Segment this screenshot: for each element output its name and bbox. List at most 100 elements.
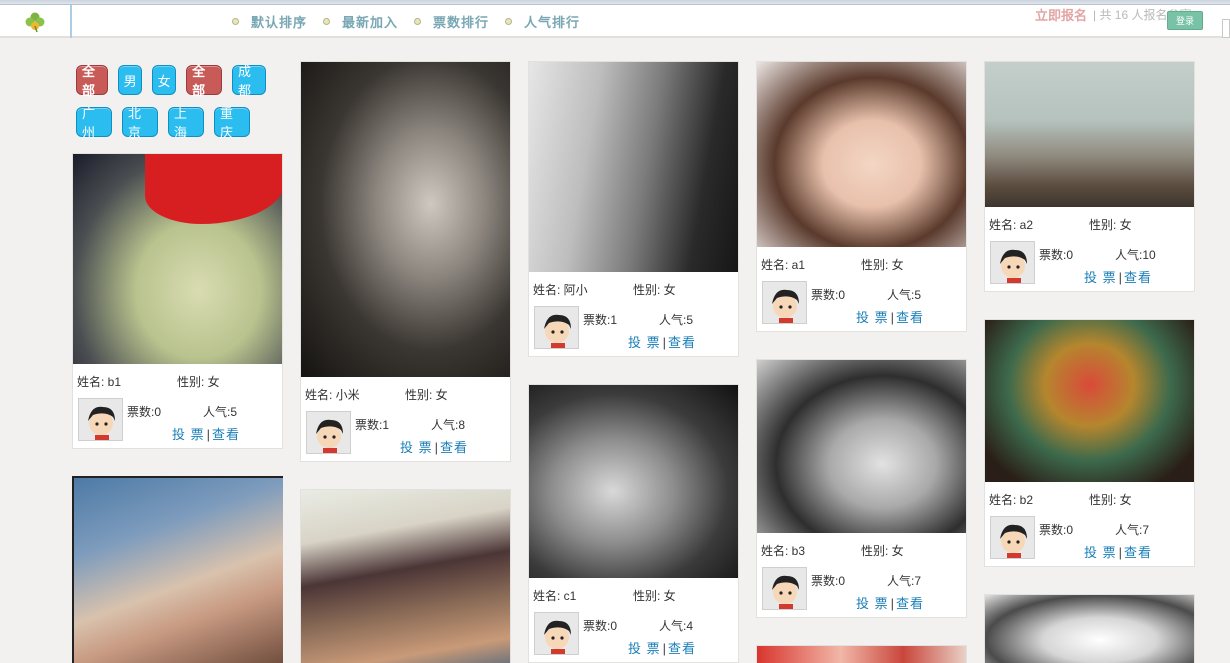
cartoon-avatar-icon <box>544 314 571 348</box>
vote-button[interactable]: 投 票 <box>172 427 205 442</box>
filter-row-gender: 全部 男 女 全部 成都 <box>76 64 276 98</box>
filter-all-city[interactable]: 全部 <box>186 64 222 98</box>
vote-count: 票数:0 <box>1039 248 1074 262</box>
clover-icon <box>25 12 45 32</box>
vote-count: 票数:1 <box>355 418 390 432</box>
filter-city-chongqing[interactable]: 重庆 <box>214 106 250 140</box>
nav-label: 默认排序 <box>251 15 308 30</box>
contestant-card: 姓名: a1 性别: 女 票数:0 人气:5 投 票 | 查看 <box>756 61 967 332</box>
separator: | <box>662 335 667 350</box>
signup-link[interactable]: 立即报名 <box>1035 5 1087 24</box>
separator: | <box>1118 270 1123 285</box>
popularity-count: 人气:8 <box>431 418 466 432</box>
filter-city-shanghai[interactable]: 上海 <box>168 106 204 140</box>
filter-female[interactable]: 女 <box>152 65 177 95</box>
view-button[interactable]: 查看 <box>896 596 924 611</box>
contestant-photo[interactable] <box>301 490 510 663</box>
vote-button[interactable]: 投 票 <box>628 335 661 350</box>
contestant-photo[interactable] <box>757 646 966 663</box>
stats-row: 票数:0 人气:7 投 票 | 查看 <box>985 512 1194 566</box>
vote-button[interactable]: 投 票 <box>400 440 433 455</box>
card-actions: 投 票 | 查看 <box>856 307 924 326</box>
contestant-gender: 性别: 女 <box>633 283 676 297</box>
nav-votes-ranking[interactable]: 票数排行 <box>414 12 489 31</box>
nav-default-sort[interactable]: 默认排序 <box>232 12 307 31</box>
bullet-icon <box>323 18 331 25</box>
view-button[interactable]: 查看 <box>1124 270 1152 285</box>
view-button[interactable]: 查看 <box>440 440 468 455</box>
hair-shape <box>145 154 282 224</box>
card-actions: 投 票 | 查看 <box>856 593 924 612</box>
contestant-gender: 性别: 女 <box>861 544 904 558</box>
vote-button[interactable]: 投 票 <box>856 596 889 611</box>
popularity-count: 人气:5 <box>659 313 694 327</box>
contestant-photo[interactable] <box>985 595 1194 663</box>
contestant-name: 姓名: c1 <box>533 589 577 603</box>
bullet-icon <box>505 18 513 25</box>
card-actions: 投 票 | 查看 <box>1084 542 1152 561</box>
info-row: 姓名: b1 性别: 女 <box>73 364 282 394</box>
view-button[interactable]: 查看 <box>896 310 924 325</box>
contestant-gender: 性别: 女 <box>633 589 676 603</box>
separator: | <box>1118 545 1123 560</box>
filter-city-chengdu[interactable]: 成都 <box>232 64 266 98</box>
cartoon-avatar-icon <box>544 620 571 654</box>
view-button[interactable]: 查看 <box>668 335 696 350</box>
nav-label: 票数排行 <box>433 15 490 30</box>
popularity-count: 人气:7 <box>887 574 922 588</box>
info-row: 姓名: b3 性别: 女 <box>757 533 966 563</box>
popularity-count: 人气:7 <box>1115 523 1150 537</box>
bullet-icon <box>414 18 422 25</box>
contestant-gender: 性别: 女 <box>405 388 448 402</box>
contestant-card: 姓名: b2 性别: 女 票数:0 人气:7 投 票 | 查看 <box>984 319 1195 567</box>
avatar <box>762 281 807 324</box>
contestant-photo[interactable] <box>757 360 966 533</box>
signup-area: 立即报名 | 共 16 人报名参赛 登录 <box>1035 5 1230 30</box>
vote-count: 票数:0 <box>583 619 618 633</box>
vote-button[interactable]: 投 票 <box>856 310 889 325</box>
contestant-photo[interactable] <box>529 62 738 272</box>
contestant-photo[interactable] <box>985 62 1194 207</box>
info-row: 姓名: 阿小 性别: 女 <box>529 272 738 302</box>
contestant-name: 姓名: b1 <box>77 375 122 389</box>
login-button[interactable]: 登录 <box>1167 11 1203 30</box>
filter-row-city: 广州 北京 上海 重庆 <box>76 106 276 140</box>
contestant-photo[interactable] <box>757 62 966 247</box>
stats-row: 票数:1 人气:5 投 票 | 查看 <box>529 302 738 356</box>
contestant-card: 姓名: 小米 性别: 女 票数:1 人气:8 投 票 | 查看 <box>300 61 511 462</box>
view-button[interactable]: 查看 <box>212 427 240 442</box>
filter-male[interactable]: 男 <box>118 65 143 95</box>
stats-row: 票数:1 人气:8 投 票 | 查看 <box>301 407 510 461</box>
contestant-name: 姓名: 阿小 <box>533 283 588 297</box>
contestant-gender: 性别: 女 <box>177 375 220 389</box>
filter-all-gender[interactable]: 全部 <box>76 64 109 98</box>
contestant-photo[interactable] <box>985 320 1194 482</box>
contestant-photo[interactable] <box>529 385 738 578</box>
avatar <box>990 516 1035 559</box>
vote-button[interactable]: 投 票 <box>1084 270 1117 285</box>
view-button[interactable]: 查看 <box>668 641 696 656</box>
view-button[interactable]: 查看 <box>1124 545 1152 560</box>
info-row: 姓名: a2 性别: 女 <box>985 207 1194 237</box>
vote-button[interactable]: 投 票 <box>1084 545 1117 560</box>
avatar <box>306 411 351 454</box>
contestant-photo[interactable] <box>73 154 282 364</box>
vote-button[interactable]: 投 票 <box>628 641 661 656</box>
card-actions: 投 票 | 查看 <box>628 638 696 657</box>
contestant-name: 姓名: a1 <box>761 258 806 272</box>
edge-element <box>1222 19 1230 38</box>
nav-newest[interactable]: 最新加入 <box>323 12 398 31</box>
info-row: 姓名: c1 性别: 女 <box>529 578 738 608</box>
avatar <box>78 398 123 441</box>
contestant-photo[interactable] <box>301 62 510 377</box>
nav-popularity-ranking[interactable]: 人气排行 <box>505 12 580 31</box>
popularity-count: 人气:4 <box>659 619 694 633</box>
logo[interactable] <box>0 5 72 38</box>
info-row: 姓名: a1 性别: 女 <box>757 247 966 277</box>
filter-city-guangzhou[interactable]: 广州 <box>76 106 112 140</box>
cartoon-avatar-icon <box>88 406 115 440</box>
separator: | <box>662 641 667 656</box>
stats-row: 票数:0 人气:7 投 票 | 查看 <box>757 563 966 617</box>
contestant-photo[interactable] <box>74 478 283 663</box>
filter-city-beijing[interactable]: 北京 <box>122 106 158 140</box>
